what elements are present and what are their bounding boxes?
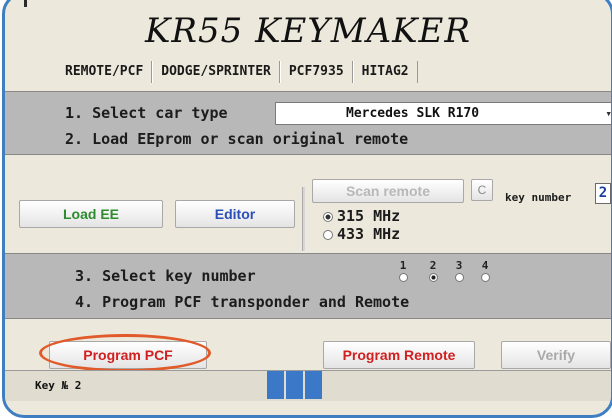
- key-number-4-label: 4: [481, 259, 489, 272]
- section-divider: [302, 187, 305, 251]
- radio-selected-icon: [428, 273, 438, 282]
- freq-433-radio[interactable]: 433 MHz: [323, 225, 400, 243]
- freq-433-label: 433 MHz: [337, 225, 401, 243]
- radio-icon: [454, 273, 464, 282]
- tab-dodge-sprinter[interactable]: DODGE/SPRINTER: [152, 61, 280, 83]
- status-bar: Key № 2: [5, 370, 611, 401]
- editor-button[interactable]: Editor: [175, 200, 295, 228]
- car-type-select[interactable]: Mercedes SLK R170 ▾: [275, 102, 611, 125]
- key-number-3-radio[interactable]: 3: [449, 259, 469, 282]
- app-title: KR55 KEYMAKER: [145, 11, 471, 51]
- program-remote-button[interactable]: Program Remote: [323, 341, 475, 369]
- scan-remote-button[interactable]: Scan remote: [312, 179, 464, 203]
- tab-remote-pcf[interactable]: REMOTE/PCF: [57, 61, 153, 83]
- verify-button[interactable]: Verify: [501, 341, 611, 369]
- tab-hitag2[interactable]: HITAG2: [352, 61, 418, 83]
- step-4-label: 4. Program PCF transponder and Remote: [75, 293, 410, 311]
- key-number-1-radio[interactable]: 1: [393, 259, 413, 282]
- freq-315-label: 315 MHz: [337, 207, 401, 225]
- radio-icon: [398, 273, 408, 282]
- step-2-label: 2. Load EEprom or scan original remote: [65, 130, 409, 148]
- key-number-4-radio[interactable]: 4: [475, 259, 495, 282]
- key-number-2-label: 2: [429, 259, 437, 272]
- step-3-label: 3. Select key number: [75, 267, 256, 285]
- key-number-field[interactable]: 2: [595, 183, 611, 204]
- chevron-down-icon[interactable]: ▾: [605, 103, 611, 124]
- status-block-1: [267, 371, 284, 399]
- radio-selected-icon: [323, 211, 333, 222]
- radio-icon: [480, 273, 490, 282]
- key-number-1-label: 1: [399, 259, 407, 272]
- load-ee-button[interactable]: Load EE: [19, 200, 163, 228]
- status-text: Key № 2: [35, 379, 82, 392]
- app-window: KR55 KEYMAKER REMOTE/PCF DODGE/SPRINTER …: [2, 0, 612, 418]
- car-type-value: Mercedes SLK R170: [346, 106, 480, 121]
- c-checkbox[interactable]: C: [471, 179, 493, 201]
- key-number-3-label: 3: [455, 259, 463, 272]
- highlight-ellipse: [39, 334, 211, 372]
- window-tick-mark: [24, 0, 27, 7]
- tab-bar: REMOTE/PCF DODGE/SPRINTER PCF7935 HITAG2: [57, 61, 418, 85]
- radio-unselected-icon: [323, 229, 333, 240]
- key-number-2-radio[interactable]: 2: [423, 259, 443, 282]
- freq-315-radio[interactable]: 315 MHz: [323, 207, 400, 225]
- tab-pcf7935[interactable]: PCF7935: [279, 61, 353, 83]
- key-number-label: key number: [505, 191, 572, 204]
- status-block-3: [305, 371, 322, 399]
- step-1-label: 1. Select car type: [65, 104, 228, 122]
- status-block-2: [286, 371, 303, 399]
